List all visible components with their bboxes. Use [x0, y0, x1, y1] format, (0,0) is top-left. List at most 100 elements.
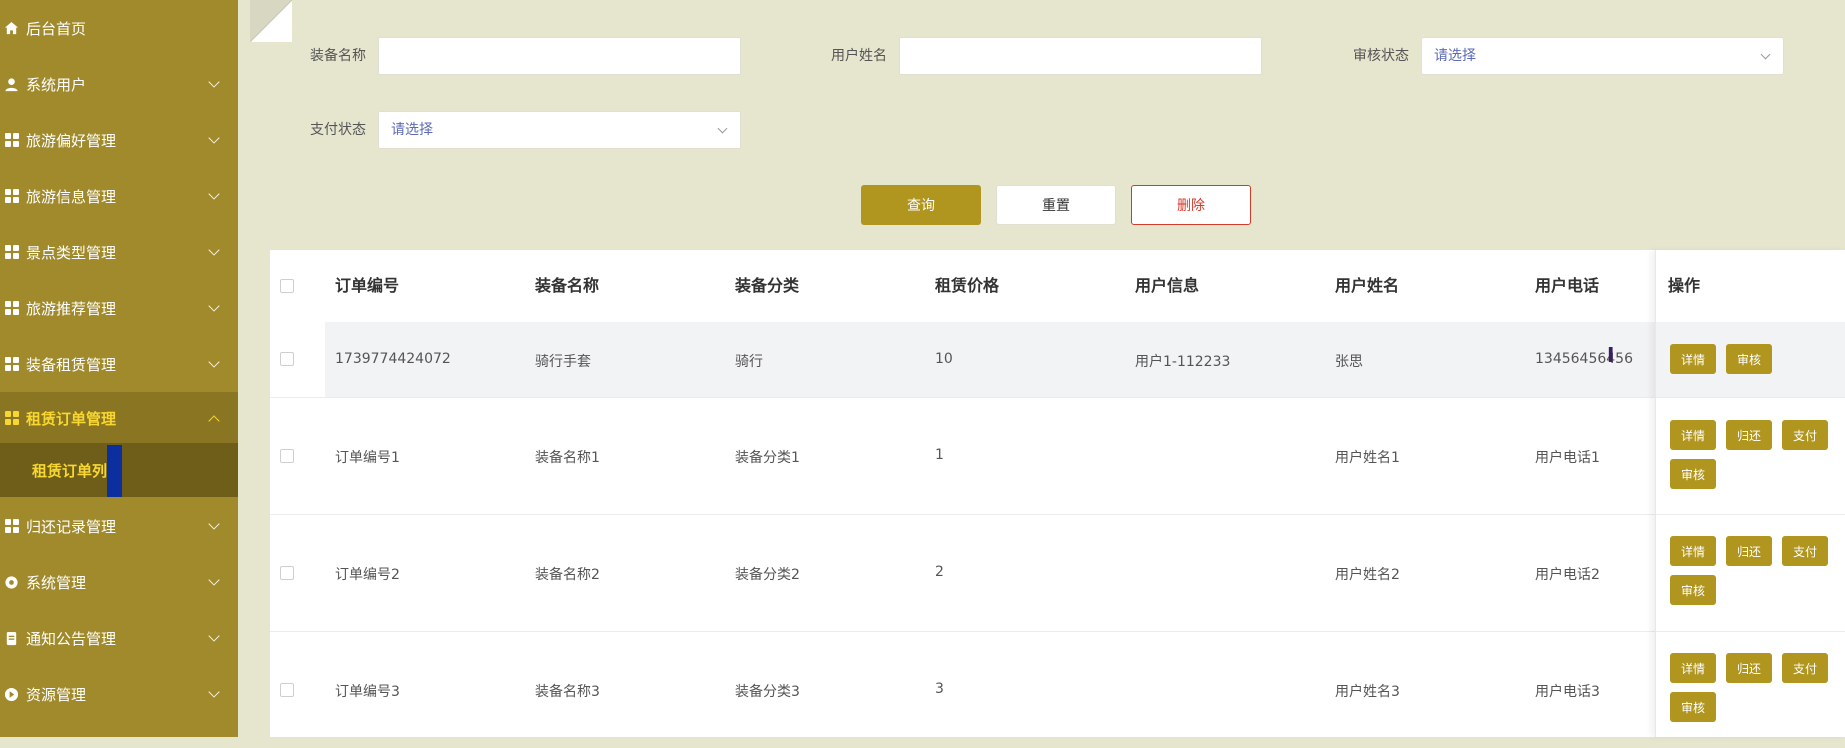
chevron-down-icon: [208, 356, 220, 368]
sidebar-item-travel-recommend[interactable]: 旅游推荐管理: [0, 283, 238, 333]
cell-phone: 用户电话1: [1535, 450, 1600, 466]
chevron-down-icon: [1760, 49, 1771, 60]
sidebar: 后台首页 系统用户 旅游偏好管理 旅游信息管理 景点类型管理 旅游推荐管理 装备…: [0, 0, 238, 737]
chevron-down-icon: [208, 686, 220, 698]
sidebar-item-label: 通知公告管理: [26, 629, 117, 648]
cell-price: 10: [935, 351, 953, 367]
cell-user-name: 张思: [1335, 354, 1363, 370]
chevron-down-icon: [208, 132, 220, 144]
row-checkbox[interactable]: [280, 352, 294, 366]
delete-button[interactable]: 删除: [1131, 185, 1251, 225]
sidebar-item-notice[interactable]: 通知公告管理: [0, 613, 238, 663]
chevron-down-icon: [208, 300, 220, 312]
cell-order-no: 订单编号1: [335, 450, 400, 466]
cell-order-no: 订单编号2: [335, 567, 400, 583]
cell-equipment-name: 装备名称2: [535, 567, 600, 583]
cell-category: 装备分类3: [735, 684, 800, 700]
table-header: 订单编号 装备名称 装备分类 租赁价格 用户信息 用户姓名 用户电话 操作: [270, 250, 1845, 323]
user-name-input[interactable]: [899, 37, 1262, 75]
cell-order-no: 1739774424072: [335, 351, 451, 367]
column-header-equipment-name: 装备名称: [535, 276, 600, 295]
audit-status-label: 审核状态: [1353, 48, 1409, 64]
grid-icon: [4, 301, 19, 316]
grid-icon: [4, 411, 19, 426]
cell-category: 骑行: [735, 354, 763, 370]
query-button[interactable]: 查询: [861, 185, 981, 225]
sidebar-item-return-record[interactable]: 归还记录管理: [0, 501, 238, 551]
table-row[interactable]: 订单编号2 装备名称2 装备分类2 2 用户姓名2 用户电话2 详情 归还 支付…: [270, 514, 1845, 632]
column-header-order-no: 订单编号: [335, 276, 400, 295]
cell-price: 3: [935, 681, 944, 697]
sidebar-item-system-user[interactable]: 系统用户: [0, 59, 238, 109]
sidebar-item-rental-order[interactable]: 租赁订单管理: [0, 392, 238, 444]
pay-status-placeholder: 请选择: [391, 122, 433, 138]
equipment-name-label: 装备名称: [310, 48, 366, 64]
sidebar-item-home[interactable]: 后台首页: [0, 3, 238, 53]
sidebar-item-label: 旅游推荐管理: [26, 299, 117, 318]
cell-user-name: 用户姓名1: [1335, 450, 1400, 466]
cell-equipment-name: 骑行手套: [535, 354, 591, 370]
row-checkbox[interactable]: [280, 566, 294, 580]
cell-order-no: 订单编号3: [335, 684, 400, 700]
settings-icon: [4, 575, 19, 590]
grid-icon: [4, 133, 19, 148]
notice-icon: [4, 631, 19, 646]
audit-status-select[interactable]: 请选择: [1421, 37, 1784, 75]
row-checkbox[interactable]: [280, 449, 294, 463]
equipment-name-input[interactable]: [378, 37, 741, 75]
cell-price: 2: [935, 564, 944, 580]
column-header-category: 装备分类: [735, 276, 800, 295]
sidebar-item-label: 资源管理: [26, 685, 87, 704]
user-icon: [4, 77, 19, 92]
row-checkbox-cell: [270, 322, 325, 397]
grid-icon: [4, 519, 19, 534]
sidebar-item-equipment-rental[interactable]: 装备租赁管理: [0, 339, 238, 389]
column-header-price: 租赁价格: [935, 276, 1000, 295]
cell-phone: 用户电话2: [1535, 567, 1600, 583]
column-header-user-info: 用户信息: [1135, 276, 1200, 295]
column-header-user-name: 用户姓名: [1335, 276, 1400, 295]
column-header-phone: 用户电话: [1535, 276, 1600, 295]
sidebar-item-system-management[interactable]: 系统管理: [0, 557, 238, 607]
sidebar-item-label: 系统用户: [26, 75, 87, 94]
pay-status-label: 支付状态: [310, 122, 366, 138]
sidebar-item-label: 归还记录管理: [26, 517, 117, 536]
sidebar-item-label: 旅游信息管理: [26, 187, 117, 206]
pay-status-select[interactable]: 请选择: [378, 111, 741, 149]
chevron-down-icon: [208, 188, 220, 200]
reset-button[interactable]: 重置: [996, 185, 1116, 225]
page-corner-decoration: [250, 0, 292, 42]
sidebar-item-travel-info[interactable]: 旅游信息管理: [0, 171, 238, 221]
chevron-down-icon: [717, 123, 728, 134]
cell-phone: 用户电话3: [1535, 684, 1600, 700]
cell-category: 装备分类1: [735, 450, 800, 466]
chevron-down-icon: [208, 518, 220, 530]
sidebar-item-travel-preference[interactable]: 旅游偏好管理: [0, 115, 238, 165]
order-table: 订单编号 装备名称 装备分类 租赁价格 用户信息 用户姓名 用户电话 操作 17…: [270, 250, 1845, 737]
sidebar-item-label: 旅游偏好管理: [26, 131, 117, 150]
audit-status-placeholder: 请选择: [1434, 48, 1476, 64]
chevron-down-icon: [208, 574, 220, 586]
grid-icon: [4, 245, 19, 260]
sidebar-item-label: 租赁订单管理: [26, 409, 117, 428]
user-name-label: 用户姓名: [831, 48, 887, 64]
sidebar-item-label: 装备租赁管理: [26, 355, 117, 374]
main-content: 装备名称 用户姓名 审核状态 请选择 支付状态 请选择 查询 重置 删除 订单编…: [238, 0, 1845, 737]
table-row[interactable]: 订单编号1 装备名称1 装备分类1 1 用户姓名1 用户电话1 详情 归还 支付…: [270, 397, 1845, 515]
chevron-down-icon: [208, 630, 220, 642]
sidebar-item-spot-type[interactable]: 景点类型管理: [0, 227, 238, 277]
sidebar-item-label: 景点类型管理: [26, 243, 117, 262]
sidebar-item-resource[interactable]: 资源管理: [0, 669, 238, 719]
text-cursor-icon: I: [1607, 343, 1615, 367]
grid-icon: [4, 357, 19, 372]
cell-equipment-name: 装备名称1: [535, 450, 600, 466]
actions-column-divider: [1655, 250, 1845, 737]
cell-user-name: 用户姓名2: [1335, 567, 1400, 583]
text-selection-highlight: [107, 445, 122, 497]
row-checkbox[interactable]: [280, 683, 294, 697]
home-icon: [4, 21, 19, 36]
grid-icon: [4, 189, 19, 204]
select-all-checkbox[interactable]: [280, 279, 294, 293]
chevron-down-icon: [208, 244, 220, 256]
table-row[interactable]: 订单编号3 装备名称3 装备分类3 3 用户姓名3 用户电话3 详情 归还 支付…: [270, 631, 1845, 748]
